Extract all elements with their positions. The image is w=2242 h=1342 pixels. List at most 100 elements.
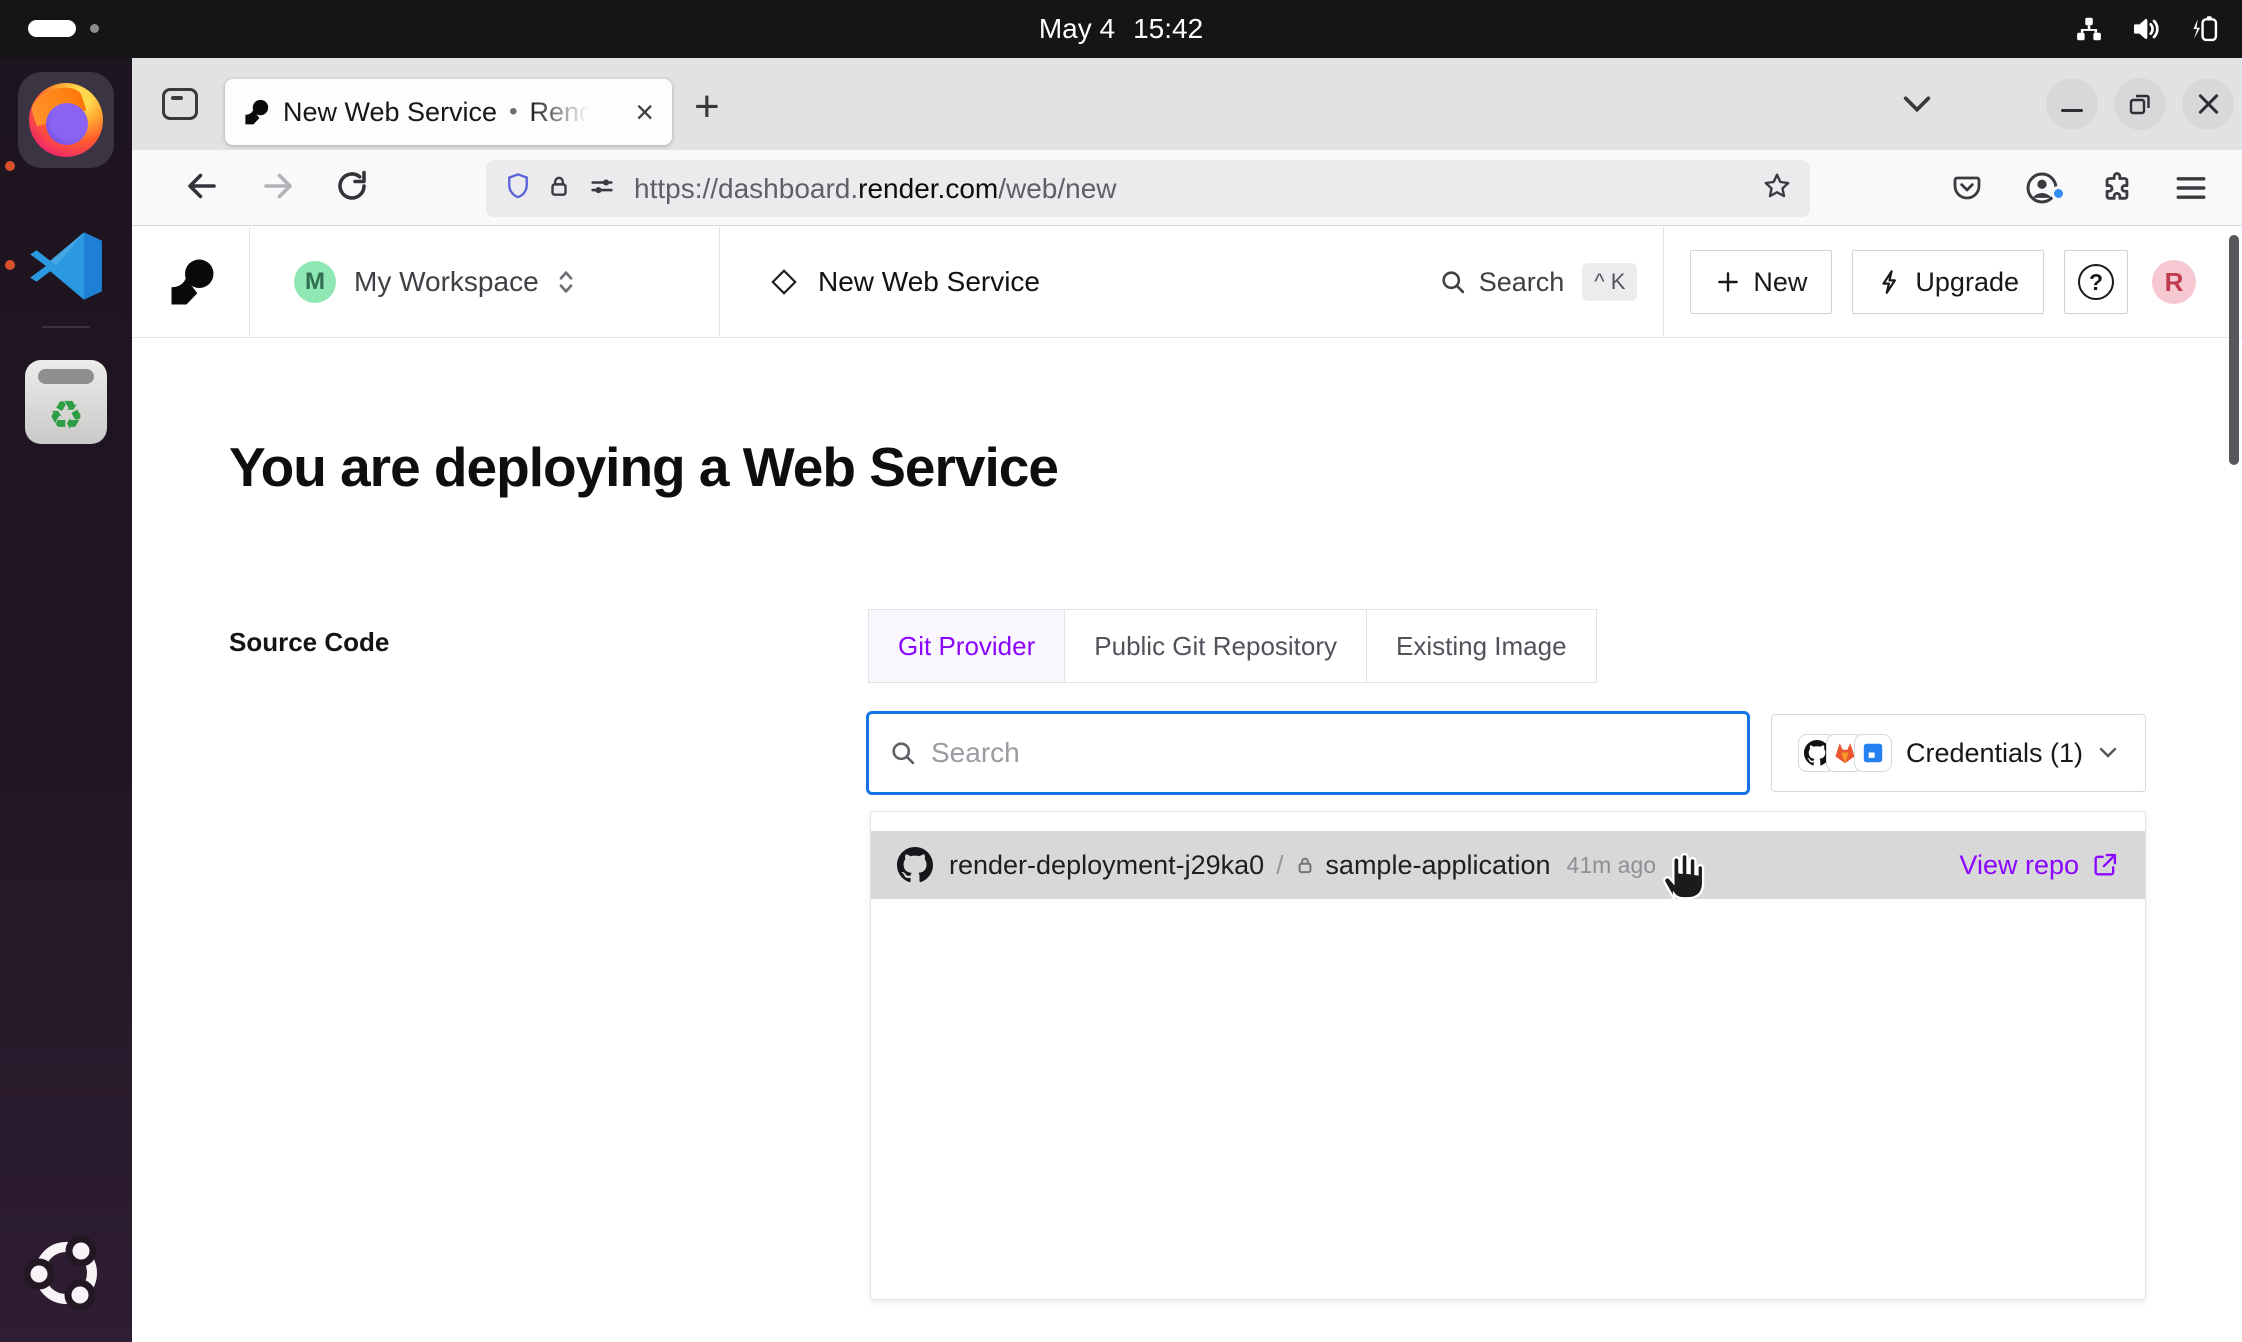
account-button[interactable]: [2024, 193, 2060, 210]
recycle-icon: ♻: [48, 396, 84, 436]
url-text[interactable]: https://dashboard.render.com/web/new: [634, 173, 1117, 205]
vscode-icon: [26, 226, 106, 306]
reload-button[interactable]: [334, 168, 370, 209]
scrollbar-thumb[interactable]: [2229, 235, 2239, 465]
private-lock-icon: [1295, 854, 1315, 876]
browser-tab[interactable]: New Web Service • Rend ×: [225, 79, 672, 145]
window-minimize-button[interactable]: [2046, 78, 2098, 130]
deploy-page: You are deploying a Web Service Source C…: [132, 339, 2242, 1342]
permissions-sliders-icon[interactable]: [588, 172, 616, 205]
search-label: Search: [1479, 267, 1565, 298]
firefox-view-icon: [162, 88, 198, 120]
forward-button[interactable]: [260, 168, 296, 209]
hamburger-menu-icon[interactable]: [2174, 173, 2208, 208]
ubuntu-icon: [24, 1231, 108, 1315]
repo-updated-time: 41m ago: [1567, 852, 1657, 879]
workspace-name: My Workspace: [354, 266, 539, 298]
dock-divider: [42, 326, 90, 328]
list-all-tabs-button[interactable]: [1900, 92, 1934, 121]
extensions-puzzle-icon[interactable]: [2100, 170, 2134, 209]
repo-owner: render-deployment-j29ka0: [949, 850, 1264, 881]
network-icon[interactable]: [2074, 14, 2104, 44]
new-button-label: New: [1753, 267, 1807, 298]
source-code-label: Source Code: [229, 627, 389, 658]
lock-icon[interactable]: [546, 172, 572, 205]
activities-indicator[interactable]: [28, 20, 99, 37]
pocket-icon[interactable]: [1950, 172, 1984, 209]
workspace-selector[interactable]: M My Workspace: [250, 227, 720, 337]
battery-icon[interactable]: [2188, 13, 2222, 45]
tab-close-button[interactable]: ×: [635, 96, 654, 128]
header-divider: [1663, 227, 1664, 338]
repo-row[interactable]: render-deployment-j29ka0 / sample-applic…: [871, 831, 2145, 899]
external-link-icon: [2091, 851, 2119, 879]
upgrade-button[interactable]: Upgrade: [1852, 250, 2044, 314]
lightning-icon: [1877, 268, 1903, 296]
clock-time: 15:42: [1133, 13, 1203, 45]
view-repo-label: View repo: [1959, 850, 2079, 881]
chevron-up-down-icon: [555, 267, 577, 297]
question-icon: ?: [2078, 264, 2114, 300]
view-repo-link[interactable]: View repo: [1959, 850, 2119, 881]
workspace-dot: [90, 24, 99, 33]
restore-icon: [2128, 92, 2152, 116]
system-tray[interactable]: [2074, 0, 2222, 58]
user-avatar[interactable]: R: [2152, 260, 2196, 304]
render-logo-icon: [167, 258, 215, 306]
firefox-icon: [29, 83, 103, 157]
tab-existing-image[interactable]: Existing Image: [1366, 609, 1597, 683]
bookmark-star-icon[interactable]: [1762, 171, 1792, 206]
search-icon: [889, 739, 917, 767]
window-close-button[interactable]: [2182, 78, 2234, 130]
render-app-header: M My Workspace New Web Service Search ^ …: [132, 227, 2242, 338]
help-button[interactable]: ?: [2064, 250, 2128, 314]
desktop: May 4 15:42: [0, 0, 2242, 1342]
mouse-cursor: [1656, 847, 1708, 910]
navigation-toolbar: https://dashboard.render.com/web/new: [132, 150, 2242, 226]
dock-trash-button[interactable]: ♻: [18, 354, 114, 450]
back-button[interactable]: [184, 168, 220, 209]
window-restore-button[interactable]: [2114, 78, 2166, 130]
tracking-protection-shield-icon[interactable]: [504, 171, 532, 206]
tab-public-git-repository[interactable]: Public Git Repository: [1064, 609, 1367, 683]
dock-vscode-button[interactable]: [18, 218, 114, 314]
bitbucket-icon: [1854, 734, 1892, 772]
repo-search-input[interactable]: [931, 737, 1727, 769]
github-icon: [897, 847, 933, 883]
diamond-icon: [770, 268, 798, 296]
chevron-down-icon: [2097, 745, 2119, 761]
firefox-window: New Web Service • Rend × +: [132, 58, 2242, 1342]
dock-show-apps-button[interactable]: [24, 1231, 108, 1320]
render-favicon: [243, 99, 269, 125]
credentials-dropdown[interactable]: Credentials (1): [1771, 714, 2146, 792]
header-actions: Search ^ K New Upgrade ? R: [1439, 227, 2242, 337]
tab-bar: New Web Service • Rend × +: [132, 58, 2242, 150]
url-domain: render.com: [858, 173, 998, 204]
trash-icon: ♻: [25, 360, 107, 444]
volume-icon[interactable]: [2130, 13, 2162, 45]
global-search-button[interactable]: Search ^ K: [1439, 263, 1638, 301]
source-tabs: Git Provider Public Git Repository Exist…: [868, 609, 1597, 683]
dock-firefox-button[interactable]: [18, 72, 114, 168]
url-path: /web/new: [998, 173, 1116, 204]
new-button[interactable]: New: [1690, 250, 1832, 314]
tab-title-suffix: Rend: [529, 97, 591, 128]
firefox-view-button[interactable]: [158, 84, 202, 124]
repo-search-box[interactable]: [866, 711, 1750, 795]
repo-separator: /: [1276, 850, 1283, 881]
breadcrumb: New Web Service: [720, 227, 1040, 337]
tab-git-provider[interactable]: Git Provider: [868, 609, 1065, 683]
credentials-label: Credentials (1): [1906, 738, 2083, 769]
repo-name: sample-application: [1325, 850, 1550, 881]
url-bar[interactable]: https://dashboard.render.com/web/new: [486, 160, 1810, 217]
trash-lid: [38, 369, 94, 384]
new-tab-button[interactable]: +: [694, 82, 720, 132]
plus-icon: [1715, 269, 1741, 295]
render-logo-button[interactable]: [132, 227, 250, 337]
activities-pill: [28, 20, 76, 37]
repo-list-panel: render-deployment-j29ka0 / sample-applic…: [870, 811, 2146, 1300]
workspace-avatar: M: [294, 261, 336, 303]
upgrade-button-label: Upgrade: [1915, 267, 2019, 298]
system-top-bar: May 4 15:42: [0, 0, 2242, 58]
system-clock[interactable]: May 4 15:42: [1039, 13, 1203, 45]
